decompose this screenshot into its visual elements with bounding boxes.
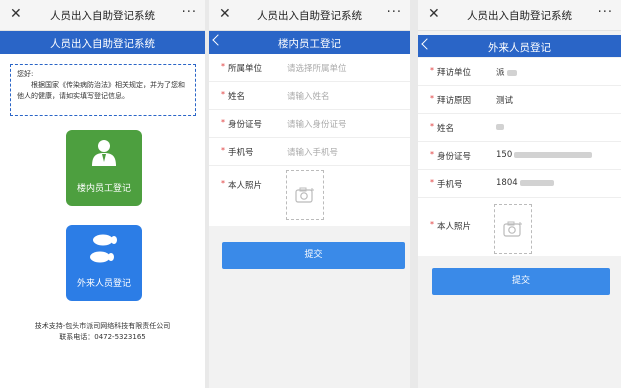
field-label: 手机号 <box>228 148 254 158</box>
unit-placeholder: 请选择所属单位 <box>287 64 347 74</box>
visit-reason-value: 测试 <box>496 96 514 106</box>
id-number-placeholder: 请输入身份证号 <box>287 120 347 130</box>
submit-button[interactable]: 提交 <box>432 268 610 295</box>
person-icon <box>92 140 116 166</box>
redacted-text <box>496 123 504 130</box>
field-label: 拜访原因 <box>437 96 472 106</box>
field-label: 身份证号 <box>437 152 472 162</box>
field-label: 本人照片 <box>437 222 472 232</box>
notice-box: 您好: 根据国家《传染病防治法》相关规定，并为了您和他人的健康，请如实填写登记信… <box>10 64 196 116</box>
name-placeholder: 请输入姓名 <box>287 92 330 102</box>
required-mark: * <box>221 90 225 99</box>
camera-add-icon <box>503 221 522 237</box>
field-label: 手机号 <box>437 180 463 190</box>
header-bar: 人员出入自助登记系统 <box>0 31 205 54</box>
visitor-screen: ✕ 人员出入自助登记系统 ··· 外来人员登记 * 拜访单位 派 * 拜访原因 … <box>418 0 621 388</box>
name-input[interactable]: * 姓名 请输入姓名 <box>209 82 410 110</box>
wechat-title-bar: ✕ 人员出入自助登记系统 ··· <box>0 0 205 31</box>
registration-form: * 所属单位 请选择所属单位 * 姓名 请输入姓名 * 身份证号 请输入身份证号… <box>209 54 410 226</box>
internal-staff-screen: ✕ 人员出入自助登记系统 ··· 楼内员工登记 * 所属单位 请选择所属单位 *… <box>209 0 410 388</box>
visit-reason-input[interactable]: * 拜访原因 测试 <box>418 86 621 114</box>
contact-phone-text: 联系电话：0472-5323165 <box>59 333 146 341</box>
redacted-text <box>506 69 517 76</box>
visitor-register-label: 外来人员登记 <box>76 279 131 289</box>
required-mark: * <box>221 146 225 155</box>
visitor-register-button[interactable]: 外来人员登记 <box>66 225 142 301</box>
id-number-input[interactable]: * 身份证号 150 <box>418 142 621 170</box>
required-mark: * <box>430 66 434 75</box>
header-bar: 外来人员登记 <box>418 35 621 57</box>
app-title: 人员出入自助登记系统 <box>257 10 362 22</box>
id-number-value: 150 <box>496 150 593 160</box>
tech-support-text: 技术支持-包头市派司网络科技有限责任公司 <box>34 322 171 330</box>
notice-text: 根据国家《传染病防治法》相关规定，并为了您和他人的健康，请如实填写登记信息。 <box>17 81 185 100</box>
page-title: 外来人员登记 <box>488 42 551 54</box>
header-bar: 楼内员工登记 <box>209 31 410 54</box>
field-label: 拜访单位 <box>437 68 472 78</box>
page-title: 楼内员工登记 <box>278 38 341 50</box>
app-title: 人员出入自助登记系统 <box>467 10 572 22</box>
internal-staff-register-label: 楼内员工登记 <box>76 184 131 194</box>
required-mark: * <box>221 62 225 71</box>
home-screen: ✕ 人员出入自助登记系统 ··· 人员出入自助登记系统 您好: 根据国家《传染病… <box>0 0 205 388</box>
photo-upload[interactable] <box>494 204 532 254</box>
visit-unit-value: 派 <box>496 66 517 78</box>
unit-select[interactable]: * 所属单位 请选择所属单位 <box>209 54 410 82</box>
name-input[interactable]: * 姓名 <box>418 114 621 142</box>
submit-button[interactable]: 提交 <box>222 242 405 269</box>
field-label: 姓名 <box>437 124 455 134</box>
redacted-text <box>514 151 593 158</box>
phone-input[interactable]: * 手机号 1804 <box>418 170 621 198</box>
phone-input[interactable]: * 手机号 请输入手机号 <box>209 138 410 166</box>
required-mark: * <box>430 220 434 229</box>
registration-form: * 拜访单位 派 * 拜访原因 测试 * 姓名 * 身份证号 150 * 手机号… <box>418 58 621 256</box>
more-icon[interactable]: ··· <box>182 5 197 20</box>
required-mark: * <box>430 178 434 187</box>
photo-upload[interactable] <box>286 170 324 220</box>
field-label: 本人照片 <box>228 181 263 191</box>
visit-unit-select[interactable]: * 拜访单位 派 <box>418 58 621 86</box>
field-label: 身份证号 <box>228 120 263 130</box>
more-icon[interactable]: ··· <box>598 5 613 20</box>
required-mark: * <box>221 179 225 188</box>
phone-value: 1804 <box>496 178 554 188</box>
page-title: 人员出入自助登记系统 <box>50 38 155 50</box>
footprints-icon <box>90 234 117 263</box>
camera-add-icon <box>295 187 314 203</box>
field-label: 所属单位 <box>228 64 263 74</box>
required-mark: * <box>221 118 225 127</box>
phone-placeholder: 请输入手机号 <box>287 148 339 158</box>
divider <box>410 0 418 388</box>
more-icon[interactable]: ··· <box>387 5 402 20</box>
redacted-text <box>519 179 554 186</box>
wechat-title-bar: ✕ 人员出入自助登记系统 ··· <box>209 0 410 31</box>
required-mark: * <box>430 94 434 103</box>
photo-row: * 本人照片 <box>209 166 410 226</box>
required-mark: * <box>430 150 434 159</box>
notice-greeting: 您好: <box>17 70 34 78</box>
name-value <box>496 122 504 132</box>
field-label: 姓名 <box>228 92 246 102</box>
app-title: 人员出入自助登记系统 <box>50 10 155 22</box>
required-mark: * <box>430 122 434 131</box>
id-number-input[interactable]: * 身份证号 请输入身份证号 <box>209 110 410 138</box>
photo-row: * 本人照片 <box>418 198 621 256</box>
wechat-title-bar: ✕ 人员出入自助登记系统 ··· <box>418 0 621 31</box>
internal-staff-register-button[interactable]: 楼内员工登记 <box>66 130 142 206</box>
